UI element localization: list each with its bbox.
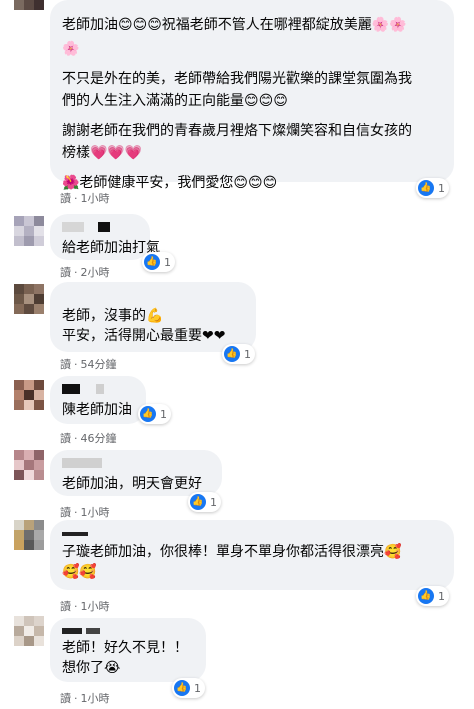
avatar[interactable]: [14, 380, 44, 410]
comment-line: 🥰🥰: [62, 564, 97, 580]
timestamp[interactable]: 46分鐘: [81, 432, 117, 445]
comment-line: 🌺老師健康平安，我們愛您😊😊😊: [62, 175, 278, 191]
comment-line: 謝謝老師在我們的青春歲月裡烙下燦爛笑容和自信女孩的: [62, 123, 412, 139]
like-count: 1: [210, 495, 217, 509]
comment-meta: 讀 · 1小時: [60, 506, 110, 519]
redacted-name: [62, 384, 134, 396]
reply-link[interactable]: 讀: [60, 266, 71, 279]
comment-line: 老師，沒事的💪: [62, 308, 164, 324]
reply-link[interactable]: 讀: [60, 692, 71, 705]
thumbs-up-icon: 👍: [418, 588, 434, 604]
avatar[interactable]: [14, 616, 44, 646]
comment-line: 老師加油😊😊😊祝福老師不管人在哪裡都綻放美麗🌸🌸: [62, 17, 407, 33]
comment-text: 陳老師加油: [62, 402, 132, 418]
comment-line: 想你了😭: [62, 660, 121, 676]
like-count: 1: [438, 181, 445, 195]
comment-line: 🌸: [62, 41, 80, 57]
avatar[interactable]: [14, 520, 44, 550]
reply-link[interactable]: 讀: [60, 192, 71, 205]
like-count: 1: [160, 407, 167, 421]
comment-meta: 讀 · 1小時: [60, 692, 110, 705]
like-count-badge[interactable]: 👍 1: [172, 678, 205, 698]
comment-bubble: 子璇老師加油，你很棒！單身不單身你都活得很漂亮🥰 🥰🥰: [50, 520, 454, 590]
timestamp[interactable]: 2小時: [81, 266, 110, 279]
redacted-name: [62, 628, 194, 636]
comment-text: 老師加油，明天會更好: [62, 476, 202, 492]
like-count: 1: [194, 681, 201, 695]
like-count-badge[interactable]: 👍 1: [142, 252, 175, 272]
timestamp[interactable]: 1小時: [81, 692, 110, 705]
timestamp[interactable]: 1小時: [81, 506, 110, 519]
comment-meta: 讀 · 1小時: [60, 192, 110, 205]
comment-meta: 讀 · 46分鐘: [60, 432, 117, 445]
thumbs-up-icon: 👍: [224, 346, 240, 362]
comment-bubble: 老師，沒事的💪 平安，活得開心最重要❤❤: [50, 282, 256, 352]
comment-bubble: 陳老師加油: [50, 376, 146, 424]
comment-line: 老師！好久不見！！: [62, 640, 188, 656]
like-count: 1: [438, 589, 445, 603]
comment-bubble: 老師！好久不見！！ 想你了😭: [50, 618, 206, 682]
avatar[interactable]: [14, 450, 44, 480]
like-count-badge[interactable]: 👍 1: [188, 492, 221, 512]
comment-line: 不只是外在的美，老師帶給我們陽光歡樂的課堂氛圍為我: [62, 71, 412, 87]
avatar[interactable]: [14, 0, 44, 30]
timestamp[interactable]: 1小時: [81, 600, 110, 613]
avatar[interactable]: [14, 284, 44, 314]
thumbs-up-icon: 👍: [190, 494, 206, 510]
like-count-badge[interactable]: 👍 1: [138, 404, 171, 424]
comment-text: 子璇老師加油，你很棒！單身不單身你都活得很漂亮🥰 🥰🥰: [62, 542, 442, 582]
thumbs-up-icon: 👍: [144, 254, 160, 270]
comment-text: 老師，沒事的💪 平安，活得開心最重要❤❤: [62, 306, 244, 346]
reply-link[interactable]: 讀: [60, 506, 71, 519]
comment-bubble: 老師加油😊😊😊祝福老師不管人在哪裡都綻放美麗🌸🌸 🌸 不只是外在的美，老師帶給我…: [50, 0, 454, 191]
like-count-badge[interactable]: 👍 1: [416, 178, 449, 198]
comment-bubble: 給老師加油打氣: [50, 214, 160, 260]
comment-line: 子璇老師加油，你很棒！單身不單身你都活得很漂亮🥰: [62, 544, 402, 560]
thumbs-up-icon: 👍: [140, 406, 156, 422]
like-count: 1: [164, 255, 171, 269]
like-count-badge[interactable]: 👍 1: [416, 586, 449, 606]
timestamp[interactable]: 1小時: [81, 192, 110, 205]
redacted-name: [62, 532, 442, 538]
redacted-name: [62, 458, 210, 470]
comment-line: 榜樣💗💗💗: [62, 145, 143, 161]
redacted-name: [62, 222, 138, 234]
like-count: 1: [244, 347, 251, 361]
thumbs-up-icon: 👍: [174, 680, 190, 696]
reply-link[interactable]: 讀: [60, 432, 71, 445]
comment-text: 給老師加油打氣: [62, 240, 160, 256]
comment-meta: 讀 · 1小時: [60, 600, 110, 613]
comment-line: 們的人生注入滿滿的正向能量😊😊😊: [62, 93, 288, 109]
like-count-badge[interactable]: 👍 1: [222, 344, 255, 364]
comment-text: 老師！好久不見！！ 想你了😭: [62, 638, 194, 678]
comment-meta: 讀 · 2小時: [60, 266, 110, 279]
comment-text: 老師加油😊😊😊祝福老師不管人在哪裡都綻放美麗🌸🌸 🌸 不只是外在的美，老師帶給我…: [62, 14, 442, 194]
timestamp[interactable]: 54分鐘: [81, 358, 117, 371]
comment-meta: 讀 · 54分鐘: [60, 358, 117, 371]
thumbs-up-icon: 👍: [418, 180, 434, 196]
comment-bubble: 老師加油，明天會更好: [50, 450, 222, 496]
avatar[interactable]: [14, 216, 44, 246]
comment-line: 平安，活得開心最重要❤❤: [62, 328, 226, 344]
reply-link[interactable]: 讀: [60, 600, 71, 613]
reply-link[interactable]: 讀: [60, 358, 71, 371]
